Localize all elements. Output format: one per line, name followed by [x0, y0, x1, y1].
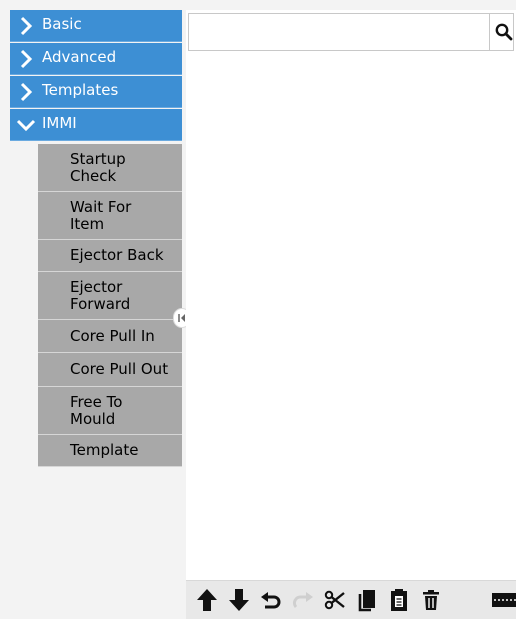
undo-icon[interactable]	[258, 586, 284, 614]
node-core-pull-out[interactable]: Core Pull Out	[38, 353, 182, 387]
move-up-icon[interactable]	[194, 586, 220, 614]
program-node-tree: Basic Advanced Templates IMMI Startup Ch…	[10, 10, 182, 618]
category-label: Templates	[42, 80, 119, 99]
node-template[interactable]: Template	[38, 435, 182, 467]
node-label: Startup Check	[70, 149, 126, 185]
suppress-icon[interactable]	[492, 586, 516, 614]
node-free-to-mould[interactable]: Free To Mould	[38, 387, 182, 435]
edit-toolbar	[186, 580, 516, 619]
category-advanced[interactable]: Advanced	[10, 43, 182, 75]
node-label: Ejector Forward	[70, 277, 131, 313]
category-label: Advanced	[42, 47, 117, 66]
node-startup-check[interactable]: Startup Check	[38, 144, 182, 192]
node-core-pull-in[interactable]: Core Pull In	[38, 320, 182, 353]
node-label: Ejector Back	[70, 246, 164, 264]
chevron-right-icon	[16, 82, 36, 102]
redo-icon[interactable]	[290, 586, 316, 614]
node-label: Core Pull In	[70, 326, 155, 345]
search-separator	[489, 14, 490, 50]
move-down-icon[interactable]	[226, 586, 252, 614]
search-icon[interactable]	[495, 23, 513, 45]
paste-icon[interactable]	[386, 586, 412, 614]
search-input[interactable]	[189, 14, 489, 50]
node-label: Core Pull Out	[70, 360, 169, 378]
delete-icon[interactable]	[418, 586, 444, 614]
node-ejector-forward[interactable]: Ejector Forward	[38, 272, 182, 320]
search-box	[188, 13, 514, 51]
node-label: Wait For Item	[70, 197, 132, 233]
node-ejector-back[interactable]: Ejector Back	[38, 240, 182, 272]
program-tree-panel	[186, 10, 516, 618]
category-templates[interactable]: Templates	[10, 76, 182, 108]
chevron-right-icon	[16, 49, 36, 69]
cut-icon[interactable]	[322, 586, 348, 614]
chevron-right-icon	[16, 16, 36, 36]
category-basic[interactable]: Basic	[10, 10, 182, 42]
category-immi[interactable]: IMMI	[10, 109, 182, 141]
node-label: Free To Mould	[70, 392, 123, 428]
node-label: Template	[70, 441, 139, 459]
chevron-down-icon	[16, 115, 36, 135]
copy-icon[interactable]	[354, 586, 380, 614]
category-label: IMMI	[42, 113, 77, 132]
category-label: Basic	[42, 14, 82, 33]
node-wait-for-item[interactable]: Wait For Item	[38, 192, 182, 240]
